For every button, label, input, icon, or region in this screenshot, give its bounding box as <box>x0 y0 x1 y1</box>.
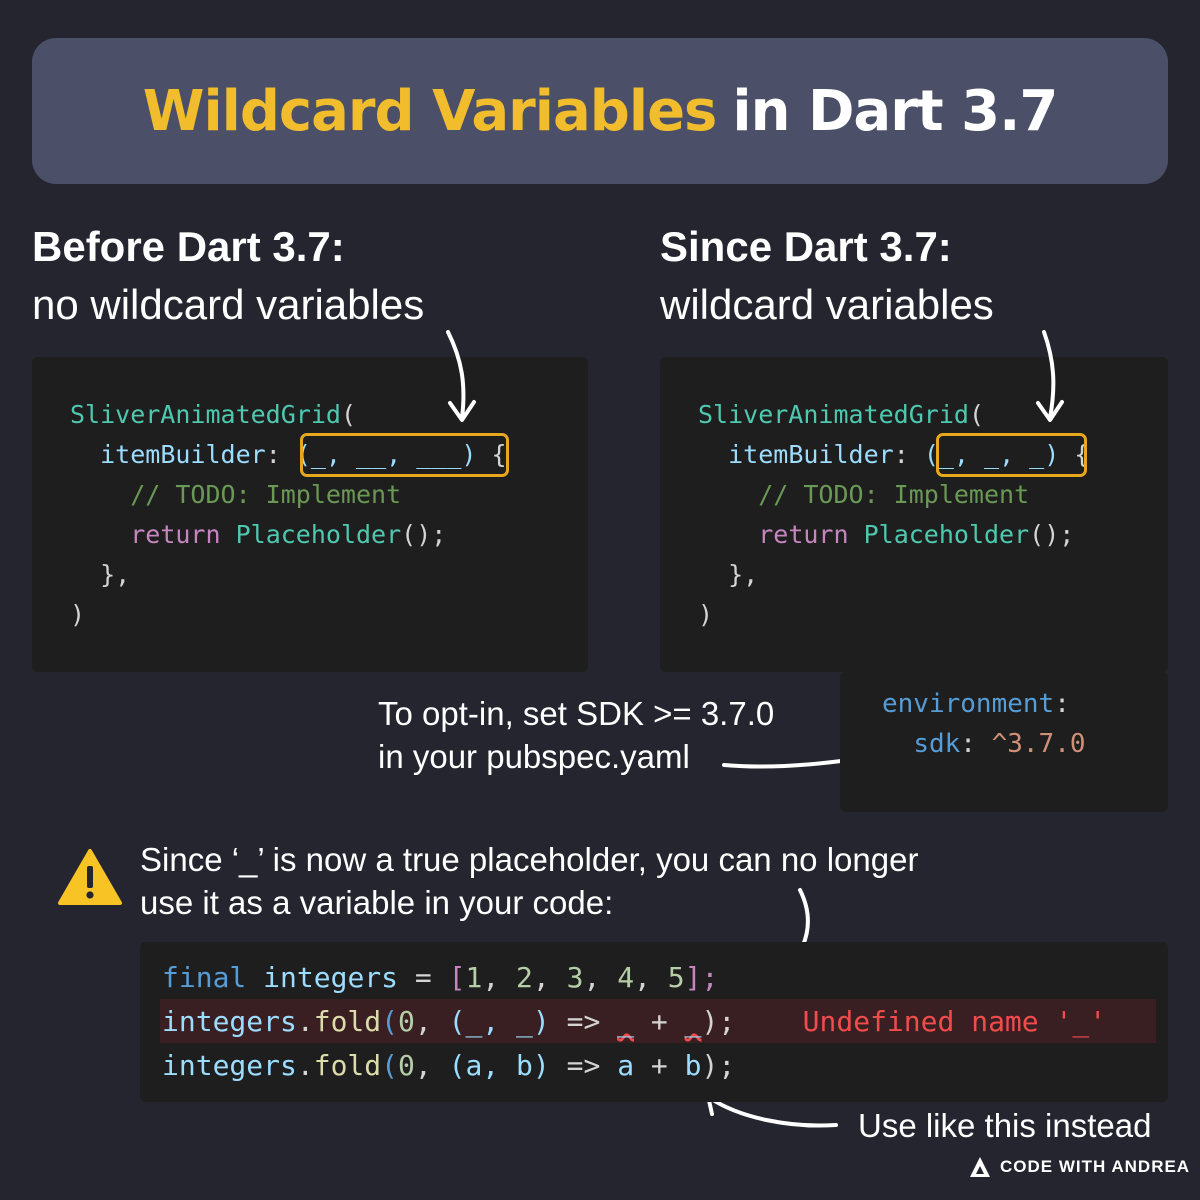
code-token: integers <box>162 1049 297 1082</box>
warning-text: Since ‘_’ is now a true placeholder, you… <box>140 838 918 924</box>
yaml-key: sdk <box>913 729 961 759</box>
code-token: a <box>617 1049 635 1082</box>
warning-line2: use it as a variable in your code: <box>140 884 614 921</box>
optin-caption: To opt-in, set SDK >= 3.7.0 in your pubs… <box>378 692 774 778</box>
code-token: => <box>566 1005 601 1038</box>
yaml-code: environment: sdk: ^3.7.0 <box>882 684 1086 764</box>
bottom-code-panel: final integers = [1, 2, 3, 4, 5]; intege… <box>140 942 1168 1102</box>
code-token: + <box>650 1049 668 1082</box>
code-number: 0 <box>398 1049 415 1082</box>
warning-icon <box>58 849 122 905</box>
code-token: b <box>684 1049 702 1082</box>
code-token: ( <box>381 1005 399 1038</box>
yaml-key: environment <box>882 689 1055 719</box>
code-token: ); <box>701 1005 736 1038</box>
instead-caption: Use like this instead <box>858 1107 1152 1144</box>
warning-line1: Since ‘_’ is now a true placeholder, you… <box>140 841 919 878</box>
code-token: ); <box>701 1049 736 1082</box>
code-token: . <box>296 1005 314 1038</box>
code-number: 4 <box>617 961 635 994</box>
code-token: integers <box>162 1005 297 1038</box>
bottom-code: final integers = [1, 2, 3, 4, 5]; intege… <box>162 961 1107 1082</box>
code-token: => <box>566 1049 601 1082</box>
yaml-colon: : <box>1054 689 1070 719</box>
code-number: 3 <box>566 961 584 994</box>
optin-caption-line1: To opt-in, set SDK >= 3.7.0 <box>378 695 775 732</box>
arrow-since <box>1042 330 1056 420</box>
yaml-colon: : <box>960 729 976 759</box>
optin-caption-line2: in your pubspec.yaml <box>378 738 690 775</box>
code-token: (_, _) <box>448 1005 550 1038</box>
code-token: ]; <box>684 961 719 994</box>
code-error-token: _ <box>684 1005 702 1038</box>
code-token: (a, b) <box>448 1049 550 1082</box>
code-token: fold <box>313 1005 382 1038</box>
code-number: 2 <box>516 961 533 994</box>
code-token: = <box>414 961 432 994</box>
brand[interactable]: CODE WITH ANDREA <box>968 1155 1190 1179</box>
code-token: ( <box>381 1049 399 1082</box>
brand-name: CODE WITH ANDREA <box>1000 1157 1191 1176</box>
code-token: integers <box>263 961 399 994</box>
code-token: [ <box>448 961 466 994</box>
code-token: final <box>162 961 247 994</box>
code-number: 0 <box>398 1005 415 1038</box>
code-number: 5 <box>667 961 685 994</box>
code-token: + <box>650 1005 668 1038</box>
code-token: fold <box>313 1049 382 1082</box>
andrea-logo-icon <box>970 1157 990 1177</box>
code-error-token: _ <box>617 1005 635 1038</box>
code-number: 1 <box>465 961 483 994</box>
yaml-value: ^3.7.0 <box>991 729 1086 759</box>
yaml-panel: environment: sdk: ^3.7.0 <box>840 672 1168 812</box>
arrow-instead <box>708 1096 838 1128</box>
code-token: . <box>296 1049 314 1082</box>
error-message: Undefined name '_' <box>802 1005 1107 1038</box>
